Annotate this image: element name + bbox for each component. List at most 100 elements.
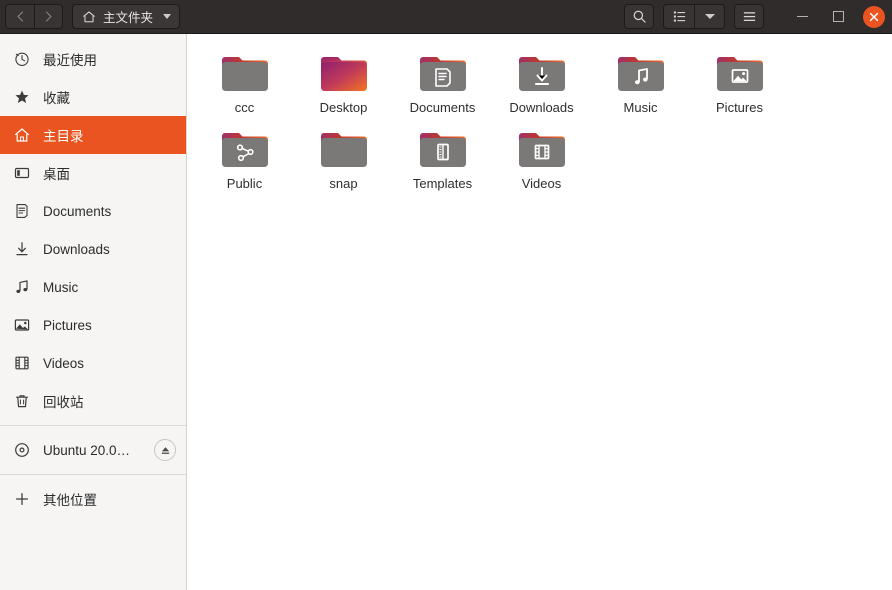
sidebar-item-starred[interactable]: 收藏 [0, 78, 186, 116]
desktop-icon [13, 165, 30, 182]
sidebar-item-label: Documents [43, 204, 176, 219]
trash-icon [13, 393, 30, 410]
file-item[interactable]: snap [294, 120, 393, 196]
sidebar-item-label: Downloads [43, 242, 176, 257]
download-icon [13, 241, 30, 258]
close-button[interactable] [863, 6, 885, 28]
view-options-dropdown[interactable] [694, 5, 724, 28]
file-item[interactable]: Videos [492, 120, 591, 196]
film-icon [13, 355, 30, 372]
file-item[interactable]: ccc [195, 44, 294, 120]
sidebar-item-label: 收藏 [43, 87, 176, 107]
sidebar-item-desktop[interactable]: 桌面 [0, 154, 186, 192]
folder-icon [319, 50, 369, 96]
sidebar-item-videos[interactable]: Videos [0, 344, 186, 382]
header-left-controls: 主文件夹 [5, 4, 180, 29]
star-icon [13, 89, 30, 106]
list-view-icon [672, 9, 687, 24]
clock-icon [13, 51, 30, 68]
back-button[interactable] [6, 5, 34, 28]
sidebar-item-label: 回收站 [43, 391, 176, 411]
file-name: Desktop [320, 100, 368, 116]
file-item[interactable]: Pictures [690, 44, 789, 120]
sidebar-item-downloads[interactable]: Downloads [0, 230, 186, 268]
sidebar-item-ubuntu-volume[interactable]: Ubuntu 20.0… [0, 431, 186, 469]
window-body: 最近使用 收藏 主目录 [0, 34, 892, 590]
header-right-controls [624, 4, 887, 29]
sidebar-item-label: Music [43, 280, 176, 295]
navigation-buttons [5, 4, 63, 29]
eject-button[interactable] [154, 439, 176, 461]
sidebar: 最近使用 收藏 主目录 [0, 34, 187, 590]
eject-icon [160, 445, 171, 456]
chevron-down-icon [163, 14, 171, 19]
maximize-button[interactable] [827, 6, 849, 28]
folder-icon [715, 50, 765, 96]
file-item[interactable]: Documents [393, 44, 492, 120]
sidebar-item-label: Ubuntu 20.0… [43, 443, 141, 458]
sidebar-separator [0, 474, 186, 475]
file-name: Music [624, 100, 658, 116]
file-item[interactable]: Public [195, 120, 294, 196]
view-mode-group [663, 4, 725, 29]
sidebar-item-documents[interactable]: Documents [0, 192, 186, 230]
forward-button[interactable] [34, 5, 62, 28]
search-icon [632, 9, 647, 24]
disc-icon [13, 442, 30, 459]
folder-icon [418, 126, 468, 172]
file-item[interactable]: Downloads [492, 44, 591, 120]
plus-icon [13, 491, 30, 508]
folder-icon [220, 50, 270, 96]
sidebar-item-label: Videos [43, 356, 176, 371]
music-note-icon [13, 279, 30, 296]
sidebar-item-label: 桌面 [43, 163, 176, 183]
maximize-icon [833, 11, 844, 22]
folder-icon [517, 126, 567, 172]
path-bar-home-button[interactable]: 主文件夹 [72, 4, 180, 29]
file-name: Public [227, 176, 262, 192]
sidebar-item-recent[interactable]: 最近使用 [0, 40, 186, 78]
file-manager-window: 主文件夹 [0, 0, 892, 590]
file-name: snap [329, 176, 357, 192]
hamburger-menu-icon [742, 9, 757, 24]
folder-icon [418, 50, 468, 96]
sidebar-item-label: Pictures [43, 318, 176, 333]
chevron-right-icon [42, 10, 55, 23]
header-bar: 主文件夹 [0, 0, 892, 34]
sidebar-item-home[interactable]: 主目录 [0, 116, 186, 154]
list-view-button[interactable] [664, 5, 694, 28]
folder-icon [616, 50, 666, 96]
sidebar-separator [0, 425, 186, 426]
sidebar-item-music[interactable]: Music [0, 268, 186, 306]
file-name: Documents [410, 100, 476, 116]
file-name: ccc [235, 100, 255, 116]
picture-icon [13, 317, 30, 334]
chevron-left-icon [14, 10, 27, 23]
sidebar-item-other-locations[interactable]: 其他位置 [0, 480, 186, 518]
file-item[interactable]: Desktop [294, 44, 393, 120]
sidebar-item-label: 最近使用 [43, 49, 176, 69]
main-menu-button[interactable] [734, 4, 764, 29]
minimize-icon [797, 16, 808, 18]
sidebar-item-pictures[interactable]: Pictures [0, 306, 186, 344]
sidebar-item-label: 其他位置 [43, 489, 176, 509]
sidebar-item-trash[interactable]: 回收站 [0, 382, 186, 420]
search-button[interactable] [624, 4, 654, 29]
file-grid: ccc [195, 44, 884, 196]
chevron-down-icon [705, 14, 715, 19]
minimize-button[interactable] [791, 6, 813, 28]
file-item[interactable]: Templates [393, 120, 492, 196]
window-controls [791, 6, 885, 28]
file-name: Downloads [509, 100, 573, 116]
home-icon [82, 10, 96, 24]
path-bar-label: 主文件夹 [103, 7, 153, 26]
file-item[interactable]: Music [591, 44, 690, 120]
file-name: Videos [522, 176, 562, 192]
file-grid-area: ccc [187, 34, 892, 590]
folder-icon [319, 126, 369, 172]
home-icon [13, 127, 30, 144]
file-name: Pictures [716, 100, 763, 116]
folder-icon [517, 50, 567, 96]
folder-icon [220, 126, 270, 172]
close-icon [869, 12, 879, 22]
